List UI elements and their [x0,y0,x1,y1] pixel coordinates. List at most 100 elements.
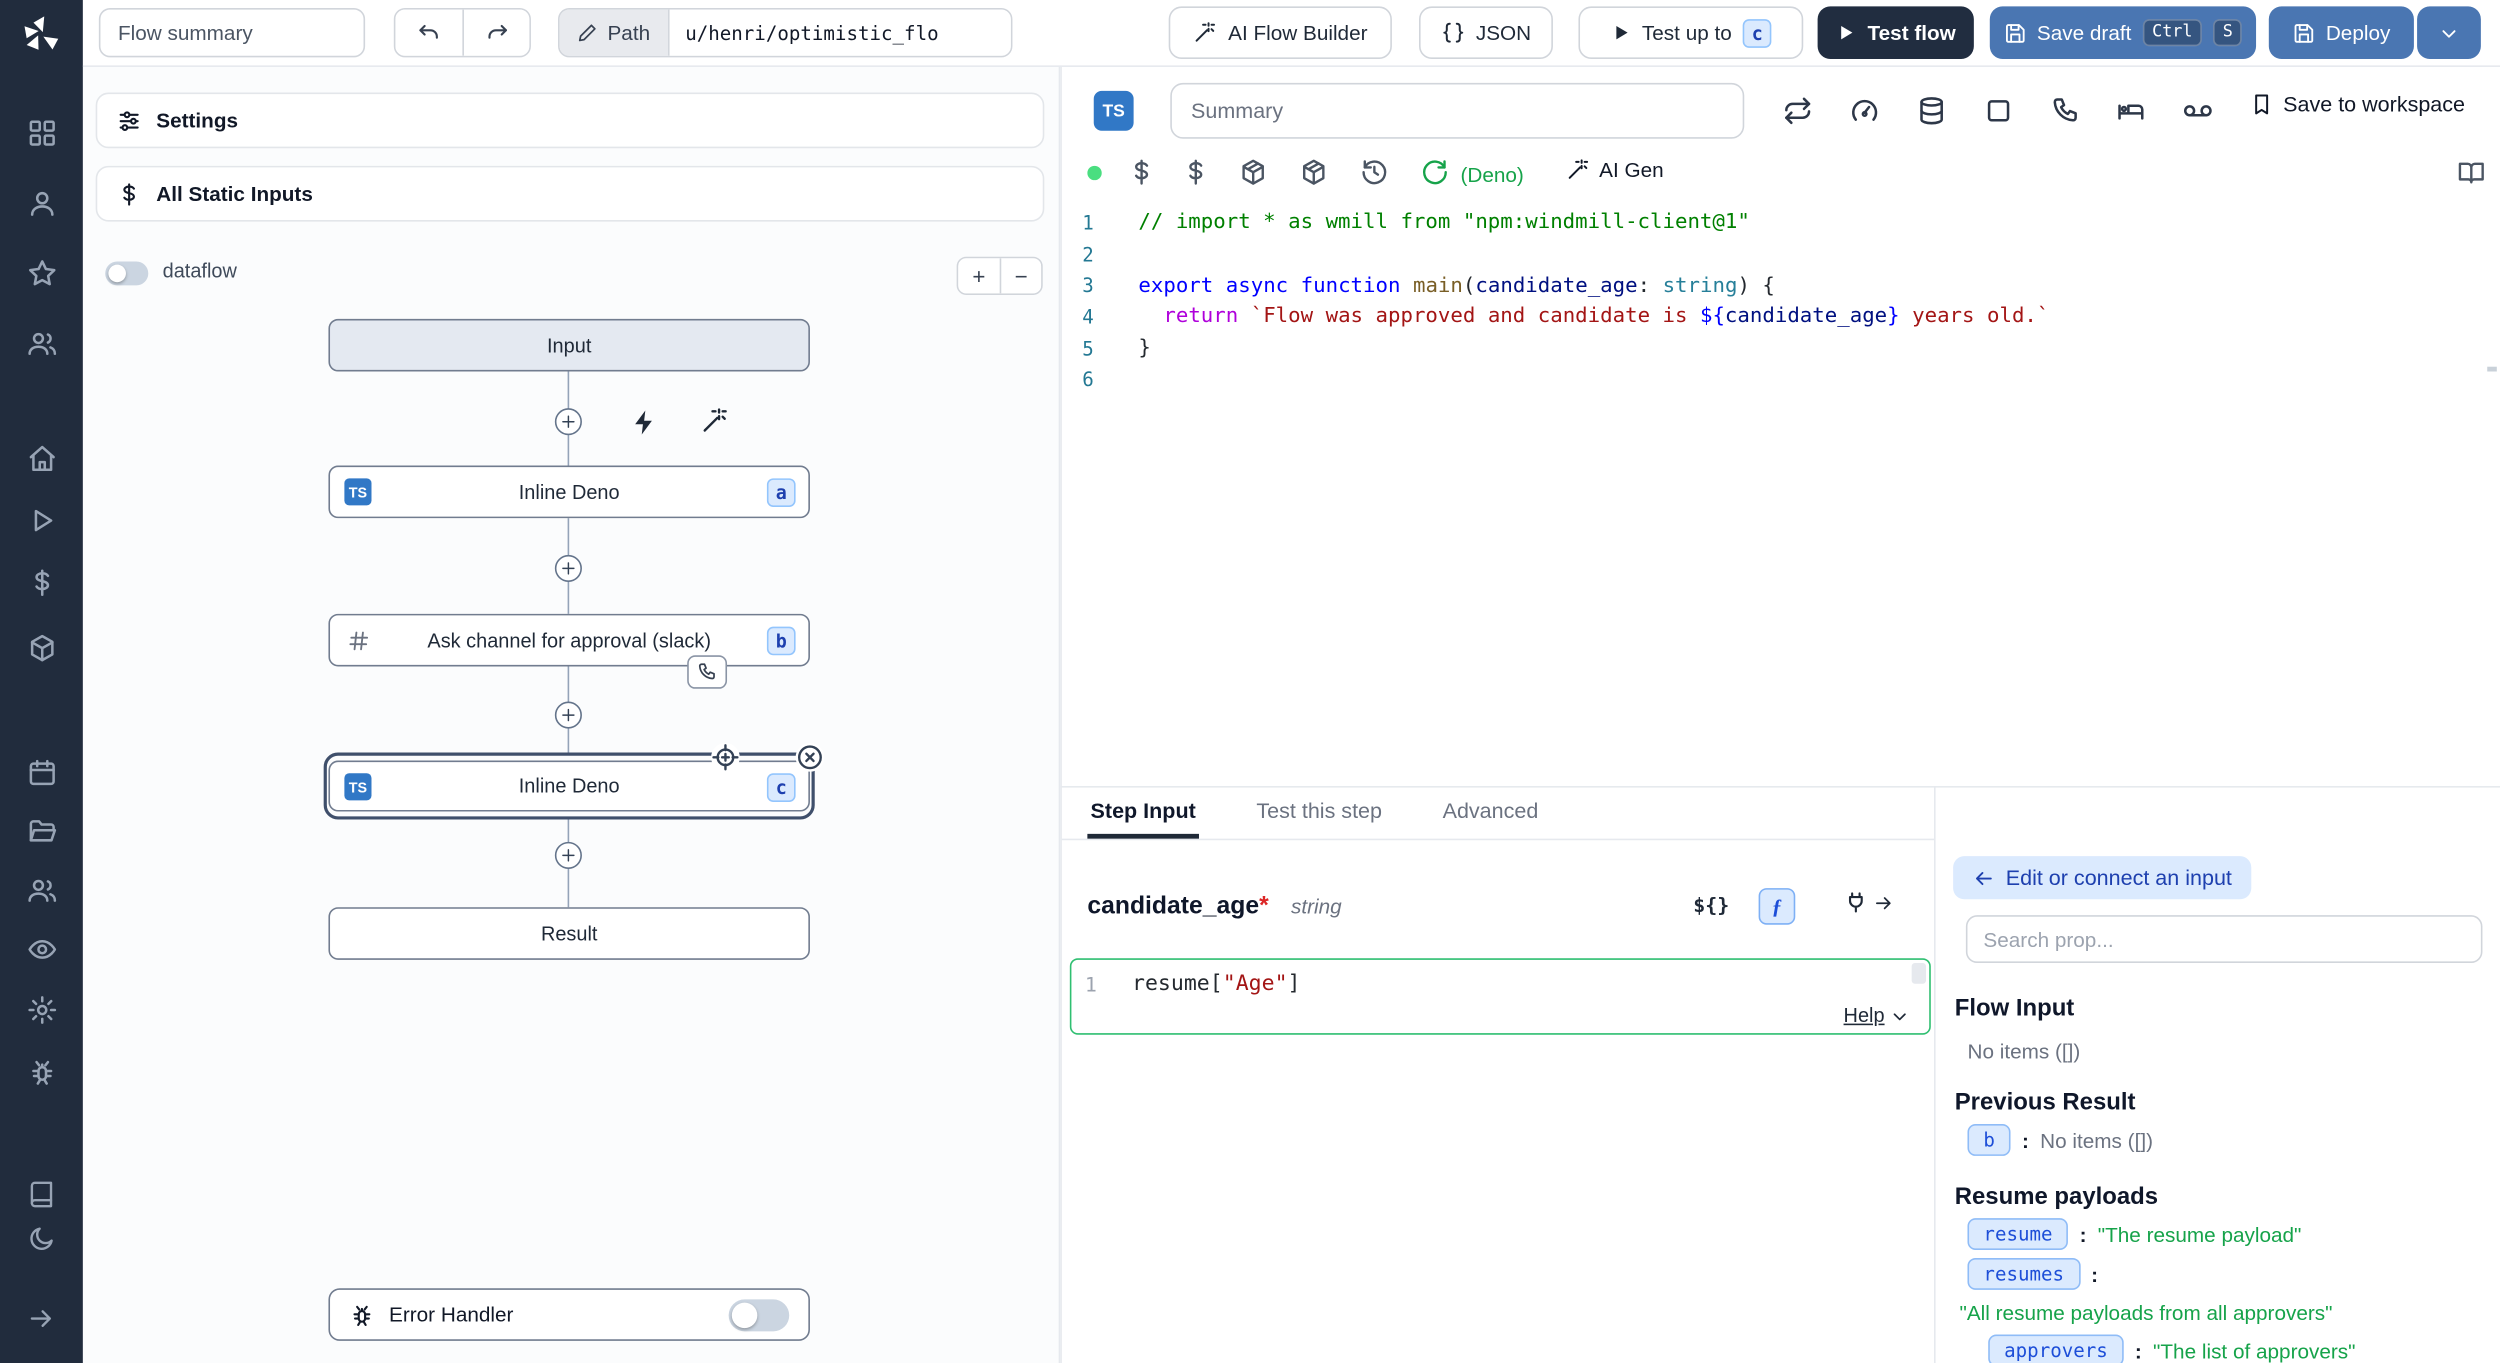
json-button[interactable]: JSON [1419,6,1553,59]
sidebar-item-folders[interactable] [22,812,60,850]
arrow-left-icon [1972,867,1994,889]
dataflow-toggle[interactable] [105,261,148,285]
trigger-bolt-button[interactable] [630,408,659,437]
interpolate-button[interactable]: ${} [1693,893,1729,917]
tab-step-input[interactable]: Step Input [1087,788,1199,839]
suspend-button[interactable] [2050,96,2080,126]
node-result[interactable]: Result [328,907,810,960]
test-flow-button[interactable]: Test flow [1818,6,1974,59]
mock-button[interactable] [2183,96,2213,126]
undo-button[interactable] [395,10,462,56]
sidebar-item-workspaces[interactable] [22,113,60,151]
flow-settings-row[interactable]: Settings [96,92,1045,148]
sidebar-item-home[interactable] [22,438,60,476]
ai-gen-button[interactable]: AI Gen [1566,158,1664,182]
prop-chip-approvers[interactable]: approvers [1988,1335,2124,1363]
field-type: string [1291,894,1342,918]
sidebar-item-favorites[interactable] [22,254,60,292]
deploy-more-button[interactable] [2417,6,2481,59]
insert-step-button[interactable] [555,555,582,582]
suspend-approval-chip[interactable] [687,655,727,688]
reset-history-button[interactable] [1360,158,1389,187]
insert-variable-button[interactable] [1127,158,1156,187]
windmill-logo-icon[interactable] [19,13,62,56]
sidebar-item-groups[interactable] [22,324,60,362]
bed-icon [2116,96,2146,126]
early-stop-button[interactable] [1983,96,2013,126]
sidebar-item-schedules[interactable] [22,753,60,791]
sidebar-item-theme-toggle[interactable] [22,1220,60,1258]
sleep-button[interactable] [2116,96,2146,126]
prop-search-input[interactable] [1966,915,2483,963]
move-step-button[interactable] [711,743,740,772]
sidebar-item-docs[interactable] [22,1175,60,1213]
sidebar-item-runs[interactable] [22,501,60,539]
node-step-a[interactable]: TS Inline Deno a [328,466,810,519]
retries-button[interactable] [1783,96,1813,126]
redo-button[interactable] [462,10,529,56]
help-link[interactable]: Help [1844,1004,1911,1026]
flow-input-title: Flow Input [1955,995,2075,1022]
test-up-to-button[interactable]: Test up to c [1578,6,1803,59]
insert-step-button[interactable] [555,842,582,869]
moon-icon [27,1224,56,1253]
plug-icon [1843,890,1869,916]
node-step-b[interactable]: Ask channel for approval (slack) b [328,614,810,667]
sidebar-item-variables[interactable] [22,563,60,601]
error-handler-row[interactable]: Error Handler [328,1288,810,1341]
prop-chip-resume[interactable]: resume [1967,1218,2068,1250]
cache-button[interactable] [1916,96,1946,126]
insert-step-button[interactable] [555,702,582,729]
dollar-icon [26,567,56,597]
sidebar-item-users[interactable] [22,871,60,909]
expression-code[interactable]: 1resume["Age"] [1071,965,1929,1003]
package-button[interactable] [1239,158,1268,187]
deploy-button[interactable]: Deploy [2269,6,2414,59]
bug-icon [349,1302,375,1328]
ai-insert-button[interactable] [700,407,729,436]
tab-advanced[interactable]: Advanced [1439,788,1541,839]
save-draft-button[interactable]: Save draft Ctrl S [1990,6,2256,59]
input-expression-editor[interactable]: 1resume["Age"] Help [1070,958,1931,1035]
zoom-in-button[interactable]: + [958,258,999,293]
sidebar-item-resources[interactable] [22,628,60,666]
save-to-workspace-button[interactable]: Save to workspace [2250,92,2465,116]
sidebar-expand-button[interactable] [22,1299,60,1337]
scrollbar-mark [2487,367,2497,372]
phone-icon [2050,96,2080,126]
insert-resource-button[interactable] [1181,158,1210,187]
connect-input-button[interactable] [1843,890,1894,916]
zoom-out-button[interactable]: − [1000,258,1041,293]
all-static-inputs-row[interactable]: All Static Inputs [96,166,1045,222]
edit-connect-button[interactable]: Edit or connect an input [1953,856,2251,899]
step-summary-input[interactable] [1170,83,1744,139]
prop-chip-resumes[interactable]: resumes [1967,1258,2080,1290]
concurrency-button[interactable] [1849,96,1879,126]
delete-step-button[interactable] [796,743,825,772]
sidebar-item-settings[interactable] [22,990,60,1028]
package-icon [1239,158,1268,187]
green-status-dot [1087,166,1101,180]
interpolate-icon: ${} [1693,893,1729,917]
insert-step-button[interactable] [555,408,582,435]
ai-flow-builder-button[interactable]: AI Flow Builder [1169,6,1392,59]
path-input[interactable] [669,10,1010,56]
sidebar-item-audit-logs[interactable] [22,930,60,968]
gauge-icon [1849,96,1879,126]
edit-path-button[interactable]: Path [560,10,670,56]
script-library-button[interactable] [2457,158,2486,187]
windmill-flow-builder: Path AI Flow Builder JSON Test up to c T… [0,0,2500,1363]
error-handler-toggle[interactable] [729,1299,790,1331]
flow-summary-input[interactable] [99,8,365,57]
play-icon [1610,22,1631,43]
prop-chip-b[interactable]: b [1967,1124,2010,1156]
node-input[interactable]: Input [328,319,810,372]
modules-button[interactable] [1299,158,1328,187]
reload-runtime-button[interactable] [1421,158,1450,187]
tab-test-this-step[interactable]: Test this step [1253,788,1385,839]
sidebar-item-workers[interactable] [22,1052,60,1090]
node-result-label: Result [541,922,598,944]
code-editor[interactable]: 1// import * as wmill from "npm:windmill… [1062,207,2478,395]
function-toggle-button[interactable]: ƒ [1759,888,1796,925]
sidebar-item-account[interactable] [22,183,60,221]
